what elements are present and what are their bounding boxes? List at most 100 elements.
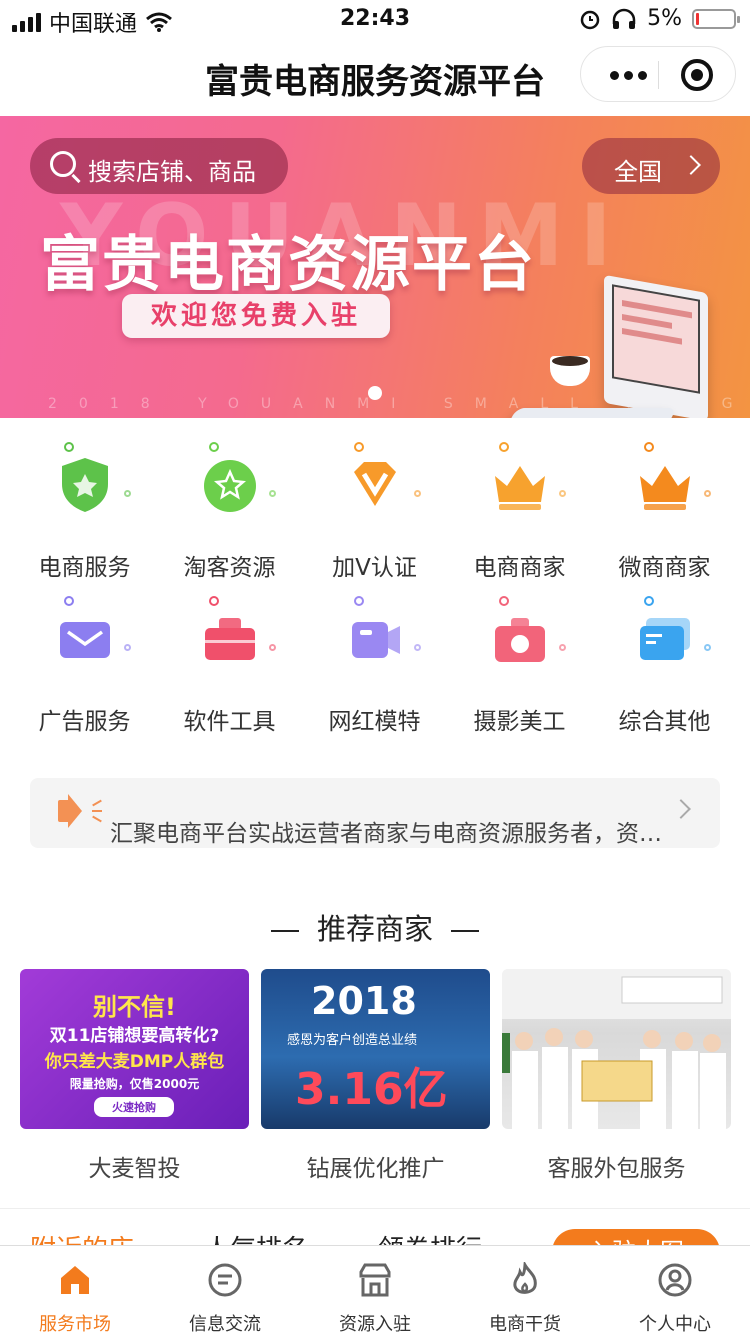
camera-icon: [495, 618, 545, 662]
merchant-card[interactable]: 客服外包服务: [502, 969, 731, 1183]
store-icon: [359, 1263, 391, 1297]
team-photo: [502, 969, 731, 1129]
merchant-image: 2018 感恩为客户创造总业绩 3.16亿: [261, 969, 490, 1129]
merchant-name: 钻展优化推广: [306, 1156, 445, 1182]
decor-dot: [269, 644, 276, 651]
region-label: 全国: [614, 158, 662, 186]
shield-star-icon: [62, 458, 108, 512]
tab-label: 电商干货: [489, 1314, 561, 1333]
decor-dot: [209, 596, 219, 606]
battery-percent: 5%: [647, 6, 682, 31]
decor-dot: [704, 490, 711, 497]
headphones-icon: [612, 8, 636, 29]
promo-line: 别不信!: [93, 993, 176, 1021]
region-selector[interactable]: 全国: [582, 138, 720, 194]
category-item[interactable]: 微商商家: [592, 440, 737, 590]
decor-dot: [209, 442, 219, 452]
star-circle-icon: [204, 460, 256, 512]
category-item[interactable]: 综合其他: [592, 594, 737, 744]
category-item[interactable]: 摄影美工: [447, 594, 592, 744]
category-label: 淘客资源: [183, 555, 276, 581]
decor-dot: [124, 644, 131, 651]
nav-bar: 富贵电商服务资源平台: [0, 40, 750, 116]
merchant-name: 客服外包服务: [547, 1156, 686, 1182]
decor-dot: [704, 644, 711, 651]
category-item[interactable]: 电商商家: [447, 440, 592, 590]
crown-icon: [640, 466, 690, 510]
category-label: 网红模特: [328, 709, 421, 735]
section-title-text: 推荐商家: [316, 912, 433, 946]
merchant-card[interactable]: 别不信! 双11店铺想要高转化? 你只差大麦DMP人群包 限量抢购，仅售2000…: [20, 969, 249, 1183]
category-item[interactable]: 加V认证: [302, 440, 447, 590]
category-label: 电商商家: [473, 555, 566, 581]
tab-label: 个人中心: [639, 1314, 711, 1333]
decor-dot: [124, 490, 131, 497]
promo-line: 3.16亿: [295, 1064, 448, 1115]
decor-dot: [354, 442, 364, 452]
battery-icon: [692, 8, 740, 29]
tab-personal-center[interactable]: 个人中心: [600, 1246, 750, 1333]
decor-dot: [414, 644, 421, 651]
carousel-indicator-dot[interactable]: [368, 386, 382, 400]
decor-dot: [559, 644, 566, 651]
banner-headline: 富贵电商资源平台: [40, 230, 536, 300]
category-item[interactable]: 淘客资源: [157, 440, 302, 590]
promo-line: 你只差大麦DMP人群包: [44, 1052, 225, 1072]
merchant-name: 大麦智投: [88, 1156, 181, 1182]
merchant-image: 别不信! 双11店铺想要高转化? 你只差大麦DMP人群包 限量抢购，仅售2000…: [20, 969, 249, 1129]
user-icon: [658, 1263, 692, 1297]
cards-icon: [640, 618, 690, 660]
banner-subline: 欢迎您免费入驻: [122, 294, 390, 338]
close-target-icon[interactable]: [681, 59, 713, 91]
search-placeholder: 搜索店铺、商品: [88, 158, 256, 186]
decor-dot: [414, 490, 421, 497]
crown-icon: [495, 466, 545, 510]
banner-carousel[interactable]: YOUANMI 富贵电商资源平台 欢迎您免费入驻 2018 YOUANMI SM…: [0, 116, 750, 418]
mail-icon: [60, 622, 110, 658]
sub-tabs: 附近的店 人气排名 领券排行 入驻大图: [0, 1208, 750, 1248]
category-item[interactable]: 软件工具: [157, 594, 302, 744]
tab-label: 资源入驻: [339, 1314, 411, 1333]
announcement-bar[interactable]: 汇聚电商平台实战运营者商家与电商资源服务者，资…: [30, 778, 720, 848]
promo-line: 2018: [311, 979, 417, 1023]
status-bar: 中国联通 22:43 5%: [0, 0, 750, 40]
home-icon: [61, 1266, 89, 1294]
decor-dot: [644, 442, 654, 452]
decor-dot: [499, 596, 509, 606]
category-item[interactable]: 电商服务: [12, 440, 157, 590]
tab-label: 服务市场: [39, 1314, 111, 1333]
more-icon[interactable]: [603, 63, 653, 87]
miniprogram-capsule: [580, 46, 736, 102]
toolbox-icon: [205, 618, 255, 660]
diamond-v-icon: [354, 462, 396, 506]
tab-ecommerce-tips[interactable]: 电商干货: [450, 1246, 600, 1333]
fire-icon: [513, 1262, 537, 1294]
category-item[interactable]: 网红模特: [302, 594, 447, 744]
tab-resource-join[interactable]: 资源入驻: [300, 1246, 450, 1333]
promo-line: 火速抢购: [94, 1097, 174, 1117]
tab-label: 信息交流: [189, 1314, 261, 1333]
promo-line: 感恩为客户创造总业绩: [287, 1033, 418, 1048]
tab-service-market[interactable]: 服务市场: [0, 1246, 150, 1333]
speaker-icon: [58, 794, 82, 828]
chevron-right-icon: [681, 155, 701, 175]
promo-line: 限量抢购，仅售2000元: [69, 1077, 200, 1091]
video-camera-icon: [352, 622, 400, 658]
tab-info-exchange[interactable]: 信息交流: [150, 1246, 300, 1333]
search-bar[interactable]: 搜索店铺、商品: [30, 138, 288, 194]
section-title: 推荐商家: [0, 906, 750, 948]
merchant-card[interactable]: 2018 感恩为客户创造总业绩 3.16亿 钻展优化推广: [261, 969, 490, 1183]
decor-dot: [64, 442, 74, 452]
category-item[interactable]: 广告服务: [12, 594, 157, 744]
coffee-cup-illustration: [550, 356, 590, 386]
category-label: 广告服务: [38, 709, 131, 735]
chat-icon: [208, 1263, 242, 1297]
merchant-image: [502, 969, 731, 1129]
monitor-illustration: [604, 274, 708, 418]
decor-dot: [644, 596, 654, 606]
category-label: 微商商家: [618, 555, 711, 581]
decor-dot: [269, 490, 276, 497]
category-label: 加V认证: [332, 555, 417, 581]
decor-dot: [354, 596, 364, 606]
category-label: 软件工具: [183, 709, 276, 735]
